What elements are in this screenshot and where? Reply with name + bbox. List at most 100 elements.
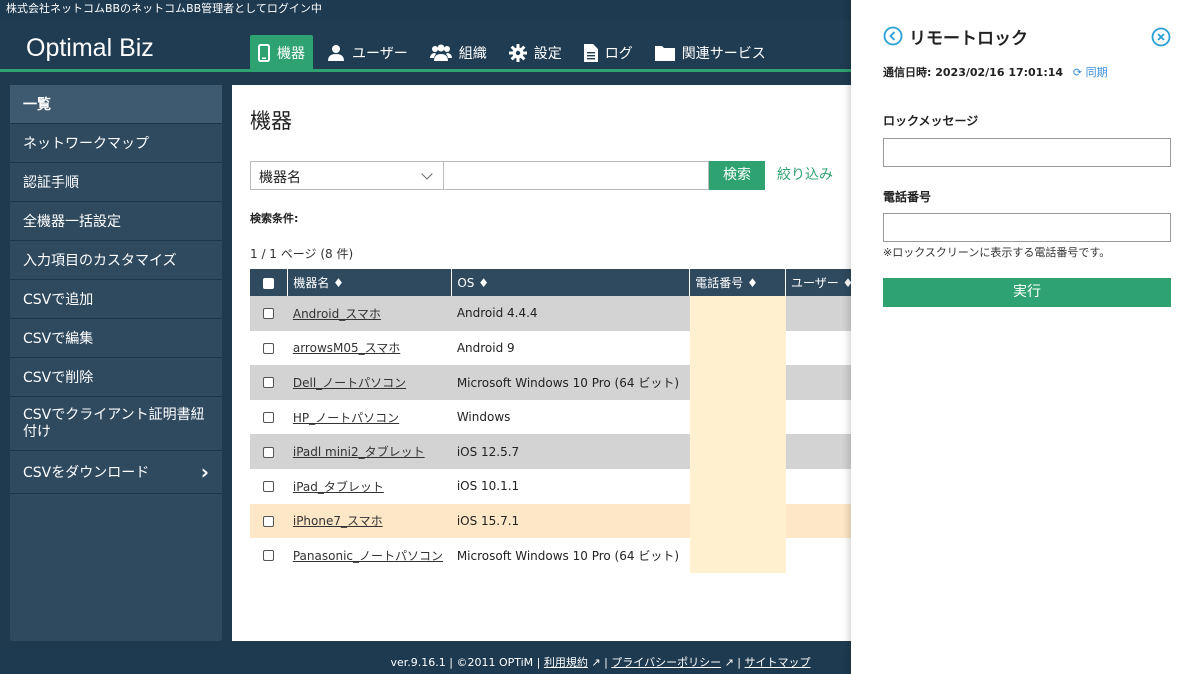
external-link-icon: ↗ — [721, 656, 734, 669]
sidebar-item-label: CSVでクライアント証明書紐付け — [23, 406, 205, 440]
sync-row: 通信日時: 2023/02/16 17:01:14 ⟳ 同期 — [883, 64, 1108, 80]
col-phone[interactable]: 電話番号 ♦ — [689, 269, 787, 296]
row-select-cell — [250, 468, 288, 504]
page-title: 機器 — [250, 109, 292, 133]
device-name-link[interactable]: Dell_ノートパソコン — [293, 376, 406, 390]
device-name-cell: Dell_ノートパソコン — [287, 365, 452, 400]
device-name-cell: iPad_タブレット — [287, 468, 452, 504]
device-name-cell: arrowsM05_スマホ — [287, 330, 452, 366]
table-row[interactable]: Dell_ノートパソコン Microsoft Windows 10 Pro (64… — [250, 365, 870, 400]
footer: ver.9.16.1 | ©2011 OPTiM | 利用規約 ↗ | プライバ… — [0, 652, 851, 674]
phone-cell — [689, 434, 786, 469]
row-checkbox[interactable] — [263, 446, 275, 458]
sidebar-item-label: 全機器一括設定 — [23, 214, 121, 230]
device-name-link[interactable]: iPadl mini2_タブレット — [293, 445, 425, 459]
sidebar-item-customize-fields[interactable]: 入力項目のカスタマイズ — [10, 241, 222, 280]
row-checkbox[interactable] — [263, 515, 275, 527]
row-checkbox[interactable] — [263, 412, 275, 424]
nav-related-services[interactable]: 関連サービス — [647, 35, 774, 71]
row-checkbox[interactable] — [263, 481, 275, 493]
sidebar-item-label: 入力項目のカスタマイズ — [23, 253, 177, 269]
nav-label: ログ — [604, 46, 633, 62]
sync-link[interactable]: ⟳ 同期 — [1073, 66, 1108, 79]
execute-button[interactable]: 実行 — [883, 278, 1171, 307]
table-row[interactable]: HP_ノートパソコン Windows — [250, 399, 870, 435]
lock-message-input[interactable] — [883, 138, 1171, 167]
select-all-checkbox[interactable] — [263, 277, 275, 289]
search-field-select[interactable]: 機器名 — [250, 161, 444, 190]
chevron-down-icon — [421, 168, 433, 180]
panel-title: リモートロック — [909, 29, 1028, 49]
search-button[interactable]: 検索 — [709, 161, 765, 190]
nav-settings[interactable]: 設定 — [501, 35, 570, 71]
row-select-cell — [250, 296, 288, 331]
close-circle-icon[interactable] — [1151, 27, 1171, 47]
device-name-link[interactable]: iPad_タブレット — [293, 480, 384, 494]
search-input[interactable] — [444, 161, 709, 190]
device-name-link[interactable]: iPhone7_スマホ — [293, 514, 383, 528]
sitemap-link[interactable]: サイトマップ — [745, 656, 811, 669]
sidebar-item-label: CSVで追加 — [23, 292, 94, 308]
sidebar-item-label: CSVをダウンロード — [23, 465, 150, 481]
sidebar-item-csv-cert-link[interactable]: CSVでクライアント証明書紐付け — [10, 397, 222, 451]
footer-separator: | — [733, 656, 745, 669]
device-name-link[interactable]: Panasonic_ノートパソコン — [293, 549, 443, 563]
phone-input[interactable] — [883, 213, 1171, 242]
row-select-cell — [250, 330, 288, 366]
terms-link[interactable]: 利用規約 — [544, 656, 588, 669]
phone-label: 電話番号 — [883, 190, 932, 204]
sidebar-item-csv-edit[interactable]: CSVで編集 — [10, 319, 222, 358]
os-cell: iOS 10.1.1 — [451, 468, 690, 504]
back-circle-icon[interactable] — [883, 26, 903, 46]
sidebar-item-auth-procedure[interactable]: 認証手順 — [10, 163, 222, 202]
nav-label: 関連サービス — [681, 46, 766, 62]
col-device-name[interactable]: 機器名 ♦ — [287, 269, 453, 296]
row-checkbox[interactable] — [263, 342, 275, 354]
sidebar-item-list[interactable]: 一覧 — [10, 85, 222, 124]
phone-cell — [689, 468, 786, 504]
group-icon — [429, 44, 452, 61]
table-row[interactable]: iPadl mini2_タブレット iOS 12.5.7 — [250, 434, 870, 469]
table-row[interactable]: Panasonic_ノートパソコン Microsoft Windows 10 Pr… — [250, 538, 870, 573]
device-name-link[interactable]: Android_スマホ — [293, 307, 381, 321]
device-name-cell: iPadl mini2_タブレット — [287, 434, 452, 469]
app-logo[interactable]: Optimal Biz — [26, 34, 154, 63]
document-icon — [583, 44, 598, 62]
nav-users[interactable]: ユーザー — [319, 35, 416, 71]
sidebar-item-csv-download[interactable]: CSVをダウンロード › — [10, 451, 222, 494]
select-value: 機器名 — [259, 170, 301, 186]
filter-link[interactable]: 絞り込み — [777, 161, 833, 190]
table-row[interactable]: Android_スマホ Android 4.4.4 — [250, 296, 870, 331]
sidebar-item-network-map[interactable]: ネットワークマップ — [10, 124, 222, 163]
page-info: 1 / 1 ページ (8 件) — [250, 247, 354, 261]
device-name-link[interactable]: HP_ノートパソコン — [293, 411, 399, 425]
sidebar-item-label: CSVで編集 — [23, 331, 94, 347]
nav-organization[interactable]: 組織 — [422, 35, 495, 71]
sidebar-item-label: CSVで削除 — [23, 370, 94, 386]
table-row[interactable]: arrowsM05_スマホ Android 9 — [250, 330, 870, 366]
external-link-icon: ↗ — [587, 656, 601, 669]
device-name-link[interactable]: arrowsM05_スマホ — [293, 341, 400, 355]
nav-log[interactable]: ログ — [576, 35, 641, 71]
os-cell: iOS 12.5.7 — [451, 434, 690, 469]
table-row[interactable]: iPhone7_スマホ iOS 15.7.1 — [250, 503, 870, 539]
phone-cell — [689, 399, 786, 435]
phone-cell — [689, 503, 786, 539]
refresh-icon: ⟳ — [1072, 66, 1083, 79]
row-checkbox[interactable] — [263, 550, 275, 562]
os-cell: Android 4.4.4 — [451, 296, 690, 331]
table-row[interactable]: iPad_タブレット iOS 10.1.1 — [250, 468, 870, 504]
main-nav: 機器 ユーザー 組織 設定 ログ 関連サービス — [250, 35, 780, 71]
sidebar-item-bulk-settings[interactable]: 全機器一括設定 — [10, 202, 222, 241]
nav-devices[interactable]: 機器 — [250, 35, 313, 71]
row-checkbox[interactable] — [263, 308, 275, 320]
row-checkbox[interactable] — [263, 377, 275, 389]
sidebar-item-csv-add[interactable]: CSVで追加 — [10, 280, 222, 319]
device-name-cell: Panasonic_ノートパソコン — [287, 538, 452, 573]
col-os[interactable]: OS ♦ — [451, 269, 691, 296]
sidebar-item-csv-delete[interactable]: CSVで削除 — [10, 358, 222, 397]
row-select-cell — [250, 538, 288, 573]
privacy-link[interactable]: プライバシーポリシー — [611, 656, 721, 669]
remote-lock-panel: リモートロック 通信日時: 2023/02/16 17:01:14 ⟳ 同期 ロ… — [851, 0, 1200, 674]
phone-cell — [689, 296, 786, 331]
